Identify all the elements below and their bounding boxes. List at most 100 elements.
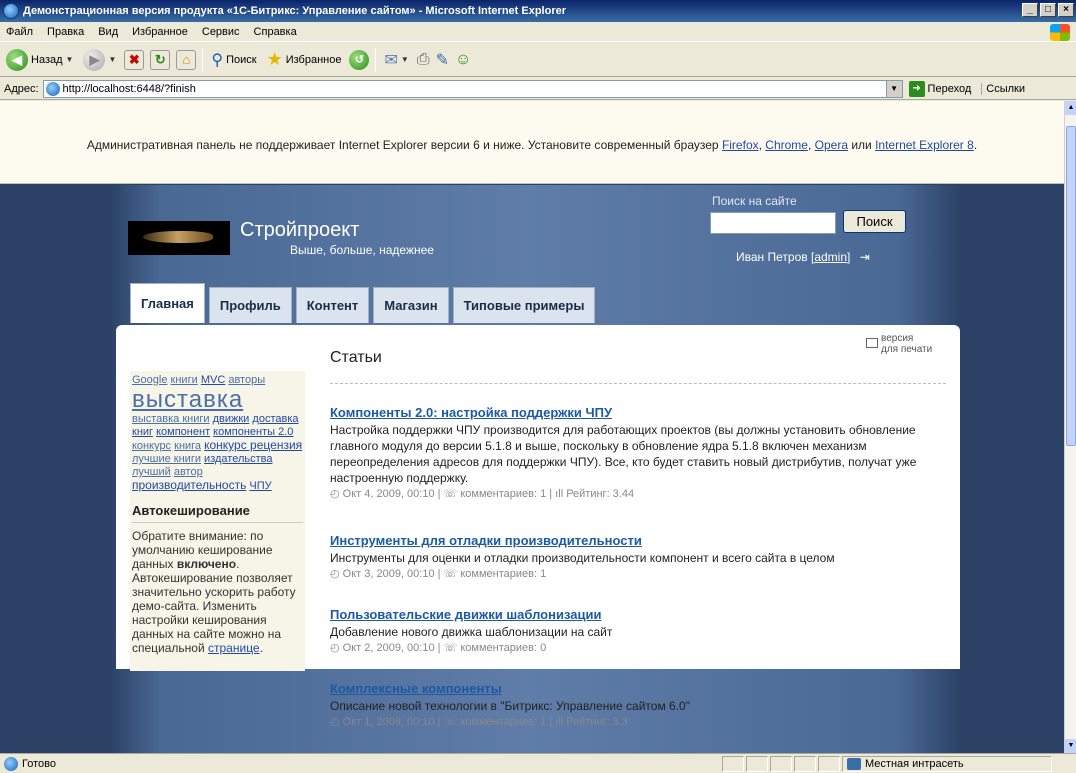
print-icon[interactable]: ⎙ — [417, 51, 430, 69]
menu-tools[interactable]: Сервис — [202, 26, 240, 38]
windows-logo-icon — [1050, 24, 1070, 41]
article-item: Инструменты для отладки производительнос… — [330, 533, 954, 580]
status-left: Готово — [0, 756, 720, 771]
chevron-down-icon[interactable]: ▼ — [885, 80, 902, 97]
cache-text-3: . — [259, 641, 263, 655]
tab-main[interactable]: Главная — [130, 283, 205, 323]
chrome-link[interactable]: Chrome — [765, 138, 808, 152]
main-tabs: Главная Профиль Контент Магазин Типовые … — [130, 283, 596, 323]
window-title: Демонстрационная версия продукта «1С-Бит… — [23, 5, 567, 17]
user-login-link[interactable]: admin — [814, 250, 847, 264]
cache-text: Обратите внимание: по умолчанию кеширова… — [132, 529, 303, 655]
history-icon[interactable]: ↺ — [349, 49, 370, 70]
favorites-button[interactable]: ★ Избранное — [265, 46, 344, 74]
tab-profile[interactable]: Профиль — [208, 287, 292, 323]
site-name[interactable]: Стройпроект — [240, 219, 359, 242]
article-meta: ◴ Окт 2, 2009, 00:10 | ☏ комментариев: 0 — [330, 642, 547, 654]
tag-link[interactable]: производительность — [132, 478, 246, 492]
scroll-down-icon[interactable]: ▼ — [1065, 739, 1076, 753]
back-label: Назад — [31, 53, 63, 66]
firefox-link[interactable]: Firefox — [722, 138, 759, 152]
status-cell — [794, 755, 816, 772]
messenger-icon[interactable]: ☺ — [455, 51, 471, 69]
cache-settings-link[interactable]: странице — [208, 641, 260, 655]
tag-link[interactable]: MVC — [201, 374, 225, 386]
tag-link[interactable]: лучший — [132, 466, 171, 478]
tag-link[interactable]: выставка книги — [132, 413, 210, 425]
links-button[interactable]: Ссылки — [981, 82, 1025, 95]
toolbar: ◀ Назад ▼ ▶ ▼ ✖ ↻ ⌂ ⚲ Поиск ★ Избранное … — [0, 43, 1076, 77]
article-description: Инструменты для оценки и отладки произво… — [330, 551, 835, 565]
address-label: Адрес: — [4, 82, 39, 95]
tag-link[interactable]: автор — [174, 466, 203, 478]
mail-button[interactable]: ✉ ▼ — [382, 46, 410, 74]
status-cell — [818, 755, 840, 772]
menu-bar: Файл Правка Вид Избранное Сервис Справка — [0, 22, 1076, 42]
address-input[interactable]: http://localhost:6448/?finish ▼ — [42, 79, 903, 98]
article-title-link[interactable]: Компоненты 2.0: настройка поддержки ЧПУ — [330, 405, 954, 420]
status-cell — [746, 755, 768, 772]
tag-link[interactable]: книга — [174, 440, 201, 452]
tag-cloud: Google книги MVC авторы выставка выставк… — [132, 374, 303, 493]
menu-edit[interactable]: Правка — [47, 26, 84, 38]
security-zone[interactable]: Местная интрасеть — [842, 755, 1052, 772]
tab-content[interactable]: Контент — [295, 287, 370, 323]
mail-icon: ✉ — [384, 51, 398, 69]
tag-link[interactable]: компоненты 2.0 — [213, 426, 293, 438]
tag-link[interactable]: ЧПУ — [249, 480, 271, 492]
tab-shop[interactable]: Магазин — [373, 287, 449, 323]
print-version-link[interactable]: версия для печати — [866, 333, 932, 355]
back-button[interactable]: ◀ Назад ▼ — [4, 46, 75, 74]
edit-icon[interactable]: ✎ — [436, 50, 449, 70]
search-label: Поиск — [226, 53, 257, 66]
stop-icon[interactable]: ✖ — [124, 49, 145, 70]
article-title-link[interactable]: Комплексные компоненты — [330, 681, 954, 696]
ie8-link[interactable]: Internet Explorer 8 — [875, 138, 974, 152]
search-button[interactable]: ⚲ Поиск — [209, 46, 258, 74]
search-icon: ⚲ — [211, 51, 224, 69]
opera-link[interactable]: Opera — [815, 138, 848, 152]
leopard-image — [143, 231, 213, 243]
close-button[interactable]: × — [1058, 3, 1074, 17]
scroll-up-icon[interactable]: ▲ — [1065, 101, 1076, 115]
go-arrow-icon[interactable]: ➜ — [908, 80, 925, 97]
tag-link[interactable]: авторы — [228, 374, 265, 386]
status-cell — [770, 755, 792, 772]
article-description: Описание новой технологии в "Битрикс: Уп… — [330, 699, 690, 713]
logout-icon[interactable]: ⇥ — [860, 250, 870, 264]
tag-link[interactable]: движки — [213, 413, 250, 425]
tag-link[interactable]: компонент — [156, 426, 210, 438]
tab-examples[interactable]: Типовые примеры — [452, 287, 596, 323]
site-search-button[interactable]: Поиск — [843, 210, 906, 233]
site-search-input[interactable] — [710, 212, 836, 234]
menu-favorites[interactable]: Избранное — [132, 26, 188, 38]
go-button[interactable]: Переход — [928, 83, 972, 95]
tag-link[interactable]: издательства — [204, 453, 272, 465]
maximize-button[interactable]: □ — [1040, 3, 1056, 17]
home-icon[interactable]: ⌂ — [176, 49, 197, 70]
vertical-scrollbar[interactable]: ▲ ▼ — [1064, 101, 1076, 753]
forward-button[interactable]: ▶ ▼ — [81, 46, 118, 74]
refresh-icon[interactable]: ↻ — [150, 49, 171, 70]
site-search-label: Поиск на сайте — [712, 194, 797, 208]
scroll-thumb[interactable] — [1066, 126, 1076, 446]
minimize-button[interactable]: _ — [1022, 3, 1038, 17]
site-logo[interactable] — [128, 221, 230, 255]
tag-link[interactable]: конкурс — [132, 440, 171, 452]
tag-link[interactable]: лучшие книги — [132, 453, 201, 465]
tag-link[interactable]: конкурс рецензия — [204, 438, 302, 452]
menu-file[interactable]: Файл — [6, 26, 33, 38]
star-icon: ★ — [266, 49, 283, 69]
article-title-link[interactable]: Инструменты для отладки производительнос… — [330, 533, 954, 548]
article-title-link[interactable]: Пользовательские движки шаблонизации — [330, 607, 954, 622]
print-label-2: для печати — [881, 344, 933, 355]
favorites-label: Избранное — [285, 53, 342, 66]
tag-link[interactable]: выставка — [132, 386, 243, 413]
intranet-icon — [847, 757, 861, 770]
tag-link[interactable]: Google — [132, 374, 167, 386]
menu-view[interactable]: Вид — [98, 26, 118, 38]
menu-help[interactable]: Справка — [254, 26, 297, 38]
user-name: Иван Петров — [736, 250, 808, 264]
tag-link[interactable]: книги — [171, 374, 198, 386]
section-divider — [330, 383, 946, 384]
